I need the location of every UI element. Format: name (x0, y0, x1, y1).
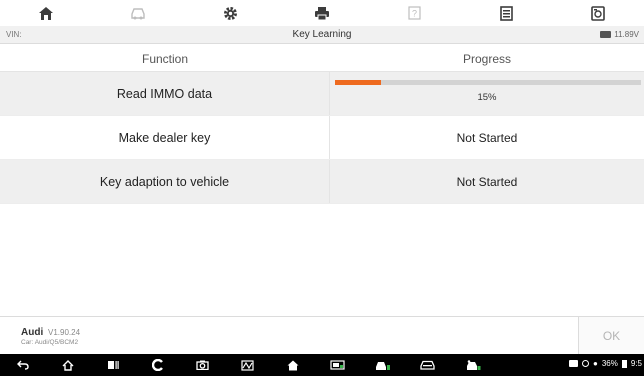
data-manager-button[interactable] (460, 0, 552, 26)
car-service-icon (375, 361, 390, 370)
table-row[interactable]: Read IMMO data 15% (0, 72, 644, 116)
top-toolbar: ? (0, 0, 644, 26)
function-cell: Make dealer key (0, 116, 330, 159)
page-title: Key Learning (292, 29, 352, 40)
print-button[interactable] (276, 0, 368, 26)
vehicle-swap-icon (131, 7, 145, 19)
vci-icon (330, 360, 345, 370)
back-icon (16, 360, 29, 370)
diagnostics-shortcut[interactable] (135, 354, 180, 376)
table-row[interactable]: Make dealer key Not Started (0, 116, 644, 160)
recents-icon (107, 361, 119, 369)
service-shortcut[interactable] (360, 354, 405, 376)
data-manager-icon (499, 5, 513, 21)
recents-button[interactable] (90, 354, 135, 376)
car-battery-icon (600, 31, 612, 38)
progress-status: Not Started (456, 174, 518, 189)
function-cell: Key adaption to vehicle (0, 160, 330, 203)
home-button[interactable] (0, 0, 92, 26)
help-icon: ? (407, 6, 421, 20)
voltage-value: 11.89V (614, 30, 639, 39)
immo-shortcut[interactable] (450, 354, 495, 376)
system-nav-bar: ● 36% 9:5 (0, 354, 644, 376)
key-learning-table: Function Progress Read IMMO data 15% Mak… (0, 47, 644, 204)
camera-button[interactable] (180, 354, 225, 376)
car-icon (420, 360, 435, 370)
car-key-icon (467, 359, 481, 370)
svg-text:?: ? (411, 9, 416, 19)
vci-shortcut[interactable] (315, 354, 360, 376)
settings-button[interactable] (184, 0, 276, 26)
wifi-icon: ● (593, 359, 598, 368)
scope-icon (241, 359, 254, 371)
clock: 9:5 (630, 359, 642, 368)
screenshot-icon (591, 5, 605, 21)
battery-voltage: 11.89V (600, 30, 639, 39)
table-header: Function Progress (0, 47, 644, 72)
settings-icon (223, 6, 237, 20)
help-button[interactable]: ? (368, 0, 460, 26)
vehicle-make: Audi (21, 327, 44, 338)
tablet-battery-icon (621, 359, 627, 368)
column-header-function: Function (141, 52, 189, 66)
message-icon (569, 360, 579, 367)
system-status: ● 36% 9:5 (569, 359, 642, 368)
column-header-progress: Progress (462, 52, 512, 66)
progress-bar (335, 80, 641, 85)
android-home-icon (62, 359, 73, 371)
home-nav-button[interactable] (45, 354, 90, 376)
screenshot-button[interactable] (552, 0, 644, 26)
battery-percent: 36% (601, 359, 618, 368)
status-bar: VIN: Key Learning 11.89V (0, 26, 644, 44)
table-row[interactable]: Key adaption to vehicle Not Started (0, 160, 644, 204)
progress-status: Not Started (456, 130, 518, 145)
vehicle-path: Car: Audi/Q5/BCM2 (21, 339, 79, 346)
scope-shortcut[interactable] (225, 354, 270, 376)
progress-bar-fill (335, 80, 381, 85)
house-icon (287, 360, 298, 370)
back-button[interactable] (0, 354, 45, 376)
app-root: ? VIN: Key Learning 11.89V Function Prog… (0, 0, 644, 376)
vehicle-swap-button[interactable] (92, 0, 184, 26)
progress-percent: 15% (477, 92, 497, 103)
progress-cell: 15% (330, 72, 644, 115)
vehicle-info: Audi V1.90.24 (21, 327, 80, 338)
print-icon (315, 6, 329, 20)
function-cell: Read IMMO data (0, 72, 330, 115)
notification-icon (582, 360, 590, 367)
home-icon (39, 6, 53, 20)
home-shortcut[interactable] (270, 354, 315, 376)
diagnostics-icon (151, 359, 163, 371)
software-version: V1.90.24 (48, 328, 81, 337)
vehicle-shortcut[interactable] (405, 354, 450, 376)
vehicle-footer: Audi V1.90.24 Car: Audi/Q5/BCM2 OK (0, 316, 644, 355)
camera-icon (196, 360, 209, 370)
ok-button[interactable]: OK (578, 317, 644, 355)
